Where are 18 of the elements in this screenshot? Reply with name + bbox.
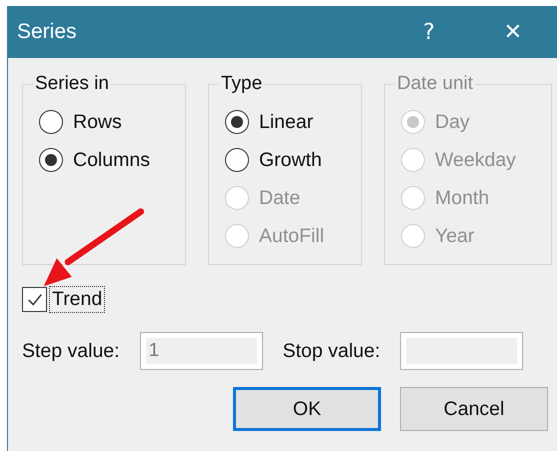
radio-button[interactable]: [39, 110, 63, 134]
field-label: Step value:: [22, 340, 120, 362]
radio-option[interactable]: Columns: [39, 141, 185, 179]
checkbox-label[interactable]: Trend: [49, 286, 106, 313]
radio-option[interactable]: Rows: [39, 103, 185, 141]
radio-option[interactable]: Linear: [225, 103, 361, 141]
radio-button[interactable]: [225, 148, 249, 172]
group-title: Type: [219, 73, 264, 95]
radio-option[interactable]: Growth: [225, 141, 361, 179]
radio-button[interactable]: [39, 148, 63, 172]
radio-button[interactable]: [225, 110, 249, 134]
checkbox[interactable]: [22, 287, 47, 312]
dialog-button[interactable]: OK: [233, 387, 381, 431]
field-label: Stop value:: [282, 340, 380, 362]
window-title: Series: [16, 20, 78, 44]
help-button[interactable]: ?: [409, 20, 449, 44]
close-button[interactable]: ✕: [493, 20, 533, 44]
dialog-button[interactable]: Cancel: [400, 387, 548, 431]
